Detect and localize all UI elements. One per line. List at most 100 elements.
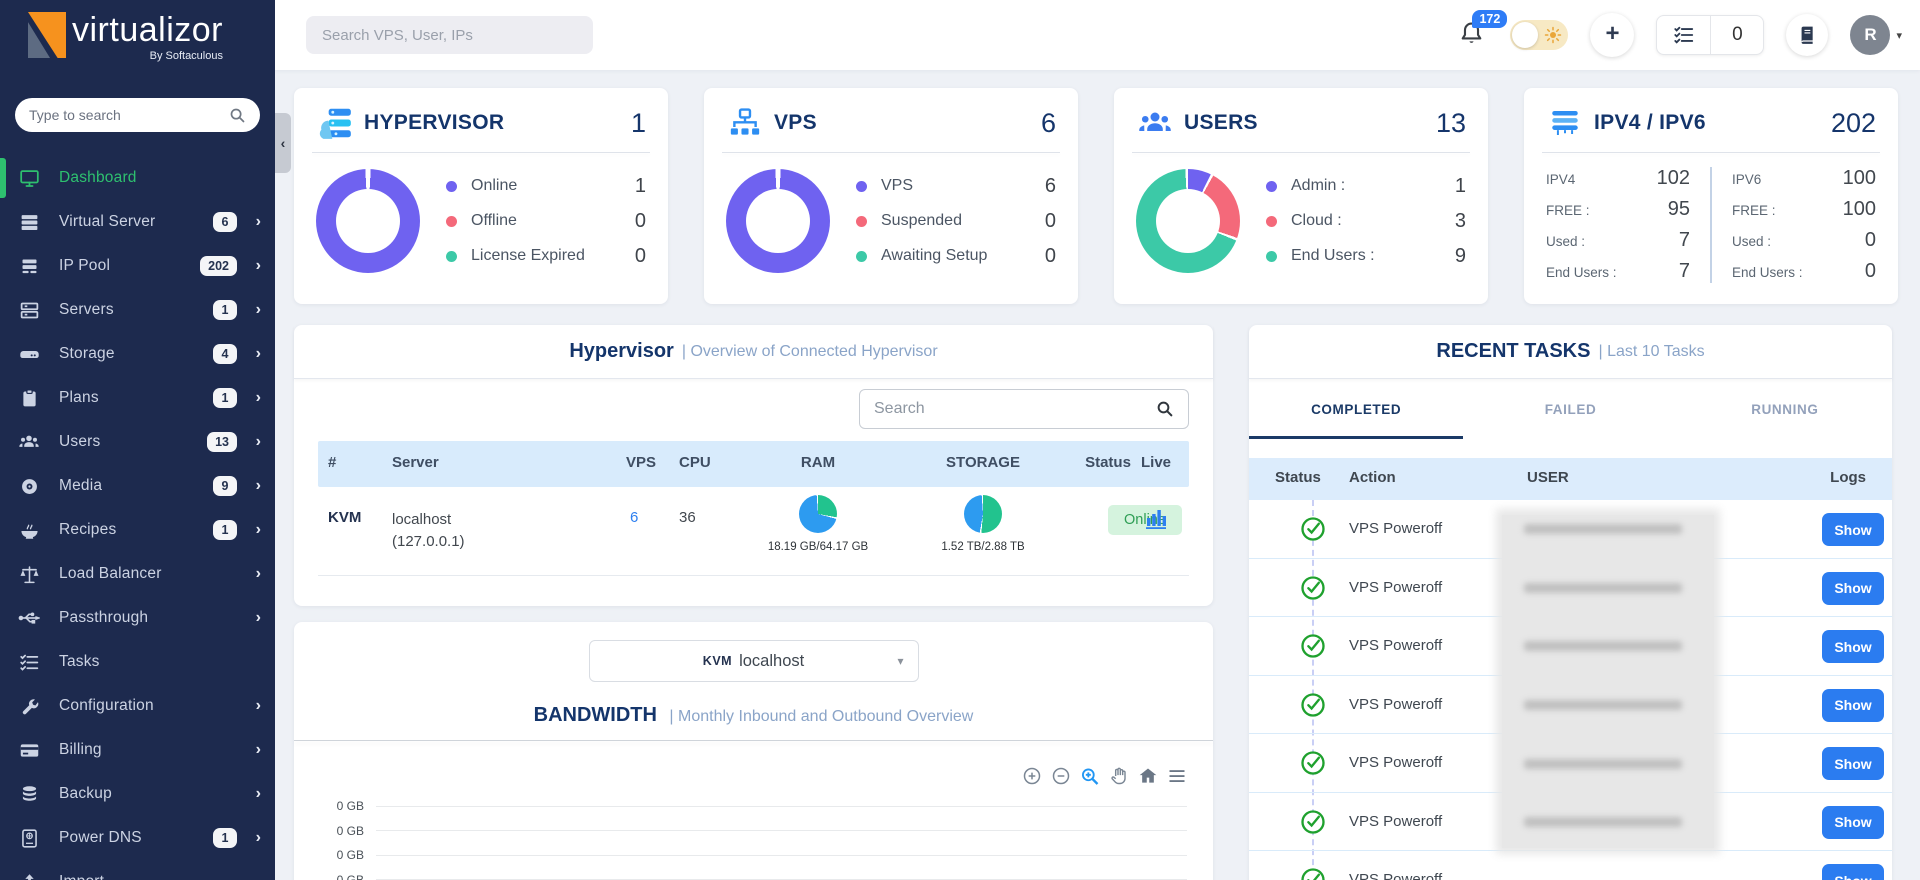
bandwidth-panel: KVM localhost BANDWIDTH | Monthly Inboun… bbox=[294, 622, 1213, 880]
sidebar-item-billing[interactable]: Billing bbox=[0, 728, 275, 772]
caret-down-icon bbox=[1896, 29, 1902, 42]
tab-completed[interactable]: COMPLETED bbox=[1249, 379, 1463, 439]
sidebar-collapse-button[interactable] bbox=[275, 113, 291, 173]
task-action: VPS Poweroff bbox=[1349, 579, 1442, 596]
show-logs-button[interactable]: Show bbox=[1822, 630, 1884, 663]
selector-host: localhost bbox=[739, 652, 804, 671]
hypervisor-search-input[interactable] bbox=[874, 400, 1156, 418]
card-title: VPS bbox=[774, 111, 817, 135]
legend-item: End Users : 9 bbox=[1266, 245, 1466, 268]
y-axis-tick: 0 GB bbox=[318, 824, 364, 838]
sidebar-badge: 1 bbox=[213, 828, 237, 848]
legend-dot bbox=[446, 251, 457, 262]
legend-item: Awaiting Setup 0 bbox=[856, 245, 1056, 268]
card-title: IPV4 / IPV6 bbox=[1594, 111, 1706, 135]
sidebar-item-label: IP Pool bbox=[59, 257, 110, 275]
ipv4-ipv6-icon bbox=[1546, 104, 1584, 142]
logo-title: virtualizor bbox=[72, 12, 223, 48]
plans-icon bbox=[18, 387, 40, 409]
sidebar-item-recipes[interactable]: Recipes 1 bbox=[0, 508, 275, 552]
tasks-counter[interactable]: 0 bbox=[1656, 15, 1764, 55]
check-circle-icon bbox=[1299, 574, 1327, 602]
legend-dot bbox=[856, 216, 867, 227]
global-search-input[interactable] bbox=[322, 27, 577, 44]
live-stats-button[interactable] bbox=[1131, 507, 1181, 536]
sidebar-item-passthrough[interactable]: Passthrough bbox=[0, 596, 275, 640]
tasks-tabs: COMPLETED FAILED RUNNING bbox=[1249, 379, 1892, 439]
hypervisor-table-search[interactable] bbox=[859, 389, 1189, 429]
tasks-table-header: Status Action USER Logs bbox=[1249, 458, 1892, 500]
y-axis-tick: 0 GB bbox=[318, 848, 364, 862]
card-value: 1 bbox=[631, 108, 646, 139]
sidebar-search-input[interactable] bbox=[29, 107, 229, 123]
hypervisor-panel: Hypervisor | Overview of Connected Hyper… bbox=[294, 325, 1213, 606]
show-logs-button[interactable]: Show bbox=[1822, 513, 1884, 546]
sidebar-badge: 202 bbox=[200, 256, 237, 276]
docs-button[interactable] bbox=[1786, 14, 1828, 56]
redacted-user-column bbox=[1502, 515, 1714, 848]
legend-dot bbox=[1266, 181, 1277, 192]
vps-count-link[interactable]: 6 bbox=[630, 509, 638, 526]
sidebar-item-label: Servers bbox=[59, 301, 114, 319]
users-donut-chart bbox=[1136, 169, 1240, 273]
task-action: VPS Poweroff bbox=[1349, 696, 1442, 713]
sidebar-item-ip-pool[interactable]: IP Pool 202 bbox=[0, 244, 275, 288]
sidebar-item-virtual-server[interactable]: Virtual Server 6 bbox=[0, 200, 275, 244]
user-menu[interactable]: R bbox=[1850, 15, 1902, 55]
add-button[interactable]: + bbox=[1590, 13, 1634, 57]
ram-cell: 18.19 GB/64.17 GB bbox=[758, 495, 878, 553]
chevron-right-icon bbox=[241, 301, 261, 319]
sidebar-item-label: Users bbox=[59, 433, 100, 451]
sidebar-item-storage[interactable]: Storage 4 bbox=[0, 332, 275, 376]
sidebar-item-backup[interactable]: Backup bbox=[0, 772, 275, 816]
sidebar-badge: 4 bbox=[213, 344, 237, 364]
sidebar-item-configuration[interactable]: Configuration bbox=[0, 684, 275, 728]
vps-donut-chart bbox=[726, 169, 830, 273]
chevron-right-icon bbox=[241, 521, 261, 539]
global-search[interactable] bbox=[306, 16, 593, 54]
storage-cell: 1.52 TB/2.88 TB bbox=[918, 495, 1048, 553]
cpu-count: 36 bbox=[679, 509, 696, 526]
zoom-out-icon[interactable] bbox=[1051, 766, 1071, 786]
show-logs-button[interactable]: Show bbox=[1822, 689, 1884, 722]
sidebar-search[interactable] bbox=[15, 98, 260, 132]
show-logs-button[interactable]: Show bbox=[1822, 747, 1884, 780]
tab-failed[interactable]: FAILED bbox=[1463, 379, 1677, 439]
menu-icon[interactable] bbox=[1167, 766, 1187, 786]
sidebar-item-plans[interactable]: Plans 1 bbox=[0, 376, 275, 420]
logo[interactable]: virtualizor By Softaculous bbox=[28, 12, 223, 62]
pan-icon[interactable] bbox=[1109, 766, 1129, 786]
sidebar-item-import[interactable]: Import bbox=[0, 860, 275, 880]
chevron-right-icon bbox=[241, 565, 261, 583]
show-logs-button[interactable]: Show bbox=[1822, 806, 1884, 839]
topbar: 172 + bbox=[275, 0, 1920, 70]
theme-toggle[interactable] bbox=[1510, 20, 1568, 50]
show-logs-button[interactable]: Show bbox=[1822, 864, 1884, 880]
selection-zoom-icon[interactable] bbox=[1080, 766, 1100, 786]
home-reset-icon[interactable] bbox=[1138, 766, 1158, 786]
task-row: VPS Poweroff Show bbox=[1249, 851, 1892, 880]
chevron-right-icon bbox=[241, 345, 261, 363]
sidebar-badge: 13 bbox=[207, 432, 237, 452]
show-logs-button[interactable]: Show bbox=[1822, 572, 1884, 605]
tab-running[interactable]: RUNNING bbox=[1678, 379, 1892, 439]
panel-title: Hypervisor bbox=[569, 340, 674, 363]
sidebar-item-tasks[interactable]: Tasks bbox=[0, 640, 275, 684]
sidebar-item-power-dns[interactable]: Power DNS 1 bbox=[0, 816, 275, 860]
users-card: USERS 13 Admin : 1 Cloud : bbox=[1114, 88, 1488, 304]
sidebar-item-servers[interactable]: Servers 1 bbox=[0, 288, 275, 332]
sidebar: virtualizor By Softaculous Dashboard Vir… bbox=[0, 0, 275, 880]
chevron-right-icon bbox=[241, 829, 261, 847]
sun-icon bbox=[1544, 26, 1562, 44]
zoom-in-icon[interactable] bbox=[1022, 766, 1042, 786]
notifications-button[interactable]: 172 bbox=[1458, 19, 1488, 51]
hypervisor-card-icon bbox=[316, 104, 354, 142]
sidebar-item-label: Tasks bbox=[59, 653, 100, 671]
sidebar-item-media[interactable]: Media 9 bbox=[0, 464, 275, 508]
sidebar-item-dashboard[interactable]: Dashboard bbox=[0, 156, 275, 200]
avatar[interactable]: R bbox=[1850, 15, 1890, 55]
sidebar-item-load-balancer[interactable]: Load Balancer bbox=[0, 552, 275, 596]
server-selector-dropdown[interactable]: KVM localhost bbox=[589, 640, 919, 682]
sidebar-badge: 6 bbox=[213, 212, 237, 232]
sidebar-item-users[interactable]: Users 13 bbox=[0, 420, 275, 464]
